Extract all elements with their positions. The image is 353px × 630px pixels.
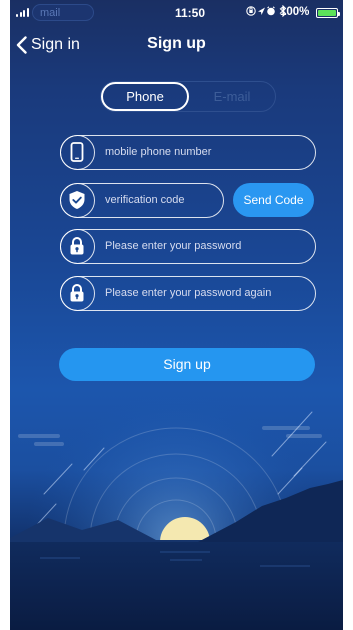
shield-check-icon [59, 182, 95, 218]
signup-button[interactable]: Sign up [59, 348, 315, 381]
send-code-button[interactable]: Send Code [233, 183, 314, 217]
verification-code-input[interactable] [105, 184, 220, 216]
app-screen: mail 11:50 100% Sign in Sign up Phone E-… [10, 0, 343, 630]
confirm-password-input[interactable] [105, 277, 310, 309]
password-field [59, 228, 316, 264]
phone-field [59, 134, 316, 170]
night-landscape-illustration [10, 390, 343, 630]
status-bar: mail 11:50 100% [10, 0, 343, 26]
lock-icon [59, 228, 95, 264]
tab-email[interactable]: E-mail [189, 82, 275, 111]
battery-percent: 100% [280, 6, 310, 18]
confirm-password-field [59, 275, 316, 311]
signup-method-tabs: Phone E-mail [100, 81, 276, 112]
lock-icon [59, 275, 95, 311]
sea [10, 542, 343, 630]
battery-icon [316, 8, 340, 18]
location-icon [258, 7, 265, 15]
battery-level [318, 10, 336, 16]
verification-code-field [59, 182, 224, 218]
carrier-pill: mail [32, 4, 94, 21]
password-input[interactable] [105, 230, 305, 262]
carrier-name: mail [40, 7, 61, 19]
orientation-lock-icon [246, 6, 256, 16]
signal-icon [16, 8, 30, 17]
status-time: 11:50 [175, 6, 206, 20]
phone-input[interactable] [105, 136, 305, 168]
nav-bar: Sign in Sign up [10, 26, 343, 64]
phone-icon [59, 134, 95, 170]
tab-phone[interactable]: Phone [101, 82, 189, 111]
alarm-icon [267, 6, 275, 16]
page-title: Sign up [147, 35, 206, 52]
